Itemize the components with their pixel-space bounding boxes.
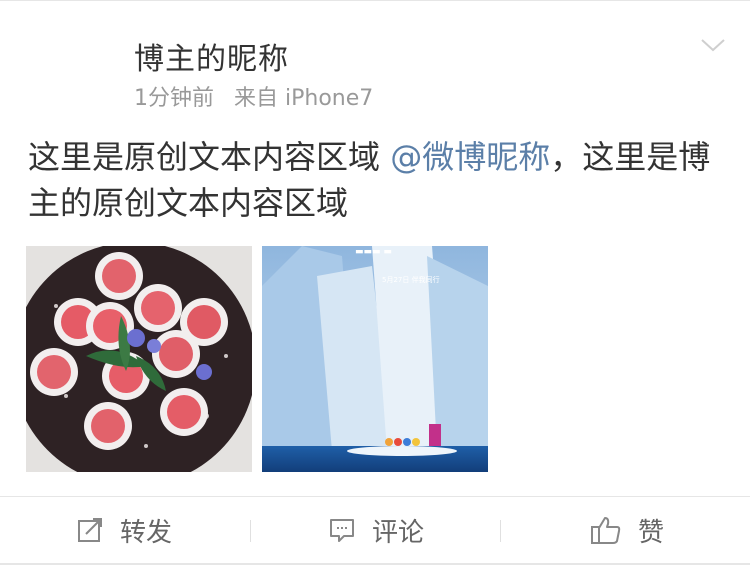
post-source: 来自 iPhone7 (234, 86, 374, 111)
post-text: 这里是原创文本内容区域 @微博昵称，这里是博主的原创文本内容区域 (28, 134, 728, 226)
top-divider (0, 0, 750, 1)
post-time: 1分钟前 (134, 86, 214, 111)
mention-link[interactable]: @微博昵称 (390, 138, 550, 176)
action-divider-2 (500, 520, 501, 542)
chevron-down-icon[interactable] (700, 36, 726, 54)
repost-icon (78, 518, 102, 542)
author-name[interactable]: 博主的昵称 (134, 34, 289, 78)
like-label: 赞 (638, 517, 665, 548)
comment-label: 评论 (372, 517, 425, 548)
post-text-part1: 这里是原创文本内容区域 (28, 138, 391, 176)
action-divider-1 (250, 520, 251, 542)
repost-label: 转发 (120, 517, 173, 548)
comment-icon (330, 519, 354, 542)
repost-button[interactable]: 转发 (76, 497, 172, 563)
poster-date: 5月27日 伴我同行 (382, 275, 440, 284)
movie-poster-image: ▬▬▬ ▬ 5月27日 伴我同行 (262, 246, 488, 472)
post-image-1[interactable] (26, 246, 252, 472)
post-meta: 1分钟前 来自 iPhone7 (134, 80, 373, 112)
poster-title-glyphs: ▬▬▬ ▬ (355, 247, 392, 257)
like-icon (591, 517, 621, 544)
weibo-post-card: 博主的昵称 1分钟前 来自 iPhone7 这里是原创文本内容区域 @微博昵称，这… (0, 0, 750, 565)
dessert-plate-image (26, 246, 252, 472)
comment-button[interactable]: 评论 (328, 497, 424, 563)
like-button[interactable]: 赞 (590, 497, 664, 563)
action-bar: 转发 评论 赞 (0, 497, 750, 563)
post-image-2[interactable]: ▬▬▬ ▬ 5月27日 伴我同行 (262, 246, 488, 472)
